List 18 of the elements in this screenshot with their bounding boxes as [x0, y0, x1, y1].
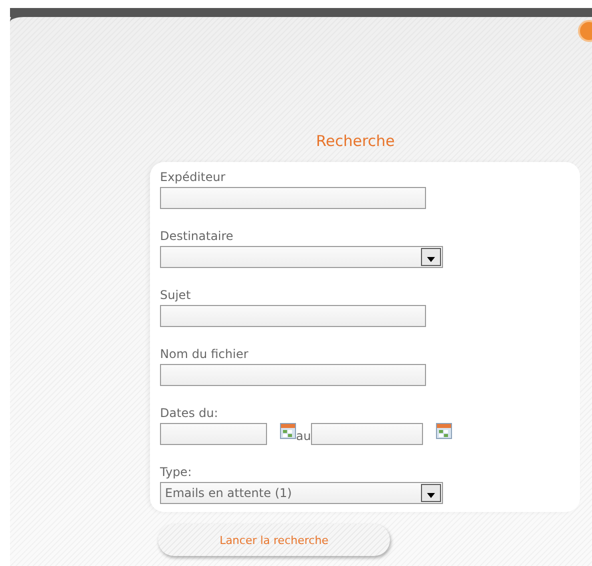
field-label: Type:	[160, 465, 193, 480]
text-field[interactable]	[160, 305, 426, 327]
field-label: Nom du fichier	[160, 347, 250, 362]
date-separator: au	[296, 429, 311, 443]
search-button[interactable]: Lancer la recherche	[158, 524, 390, 556]
dropdown[interactable]: Emails en attente (1)	[160, 482, 443, 504]
date-field[interactable]	[310, 423, 423, 445]
field-label: Expéditeur	[160, 170, 226, 185]
text-field[interactable]	[160, 364, 426, 386]
dropdown[interactable]	[160, 246, 443, 268]
calendar-icon[interactable]	[280, 423, 296, 439]
calendar-icon[interactable]	[436, 423, 452, 439]
field-label: Sujet	[160, 288, 192, 303]
date-field[interactable]	[160, 423, 267, 445]
dialog-title: Recherche	[316, 132, 395, 150]
field-label: Dates du:	[160, 406, 220, 421]
field-label: Destinataire	[160, 229, 234, 244]
text-field[interactable]	[160, 187, 426, 209]
